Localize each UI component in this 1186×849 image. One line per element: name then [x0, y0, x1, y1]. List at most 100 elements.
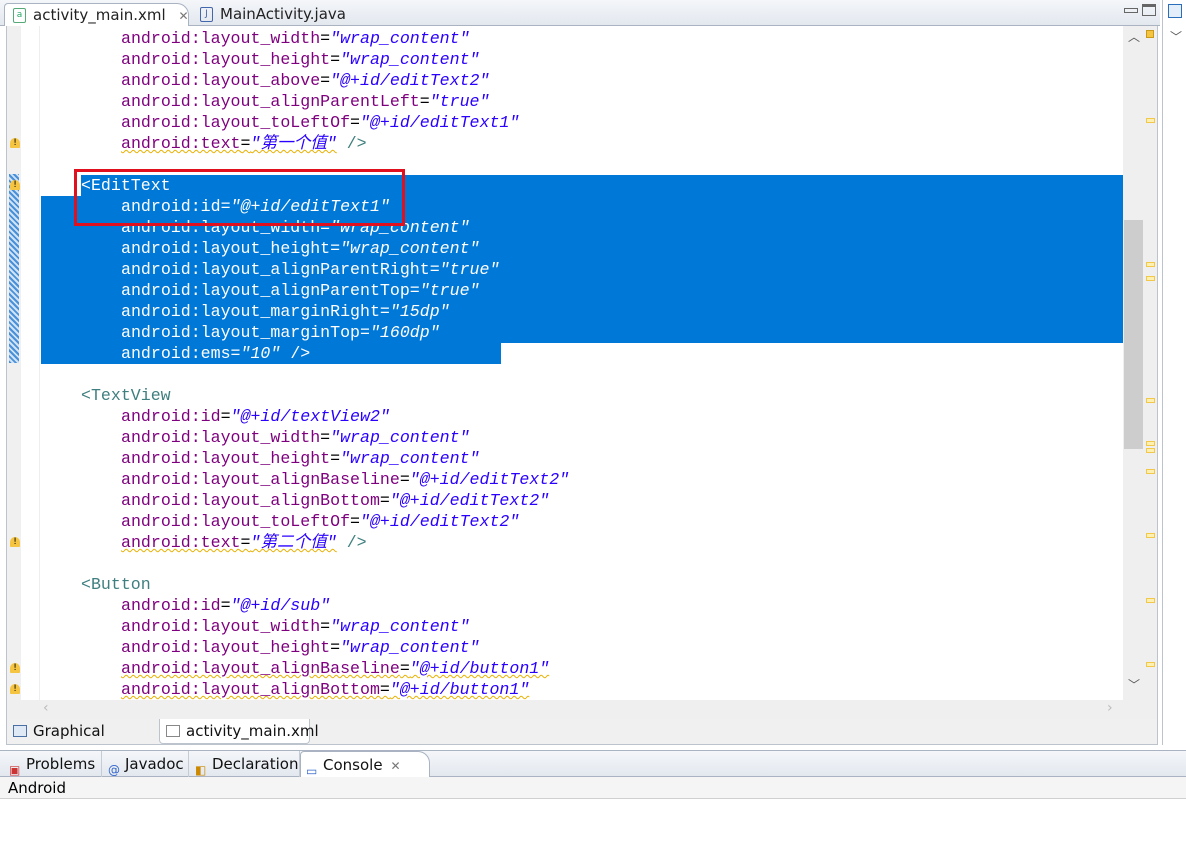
- tab-activity-main-xml[interactable]: a activity_main.xml ✕: [4, 3, 189, 26]
- chevron-down-icon[interactable]: ﹀: [1170, 28, 1182, 45]
- code-line[interactable]: android:layout_width="wrap_content": [41, 28, 1123, 49]
- code-token-attr: android:id: [121, 596, 221, 615]
- scroll-up-icon[interactable]: ︿: [1128, 28, 1140, 45]
- code-line[interactable]: android:id="@+id/sub": [41, 595, 1123, 616]
- warning-icon[interactable]: !: [10, 537, 20, 547]
- code-token-val: "@+id/editText2": [389, 491, 550, 510]
- code-line[interactable]: android:layout_height="wrap_content": [41, 448, 1123, 469]
- code-line[interactable]: android:id="@+id/textView2": [41, 406, 1123, 427]
- code-line[interactable]: android:layout_above="@+id/editText2": [41, 70, 1123, 91]
- tab-label: Javadoc: [125, 755, 184, 773]
- code-line[interactable]: [41, 553, 1123, 574]
- code-line[interactable]: android:layout_alignParentRight="true": [41, 259, 1123, 280]
- line-gutter: [21, 26, 40, 700]
- code-line[interactable]: android:layout_marginRight="15dp": [41, 301, 1123, 322]
- code-token-plain: =: [220, 596, 231, 615]
- tab-declaration[interactable]: ◧ Declaration: [190, 751, 300, 777]
- warning-icon[interactable]: !: [10, 180, 20, 190]
- xml-editor[interactable]: android:layout_width="wrap_content" andro…: [6, 26, 1158, 700]
- code-token-plain: =: [419, 92, 430, 111]
- tab-mainactivity-java[interactable]: J MainActivity.java: [192, 3, 362, 26]
- code-token-val: "第二个值": [250, 533, 337, 552]
- code-line[interactable]: android:layout_width="wrap_content": [41, 616, 1123, 637]
- code-line[interactable]: android:text="第一个值" />: [41, 133, 1123, 154]
- code-line[interactable]: android:layout_height="wrap_content": [41, 49, 1123, 70]
- close-icon[interactable]: ✕: [178, 9, 188, 23]
- warning-icon[interactable]: !: [10, 138, 20, 148]
- scroll-left-icon[interactable]: ‹: [43, 700, 49, 716]
- views-tab-bar: ▣ Problems @ Javadoc ◧ Declaration ▭ Console…: [0, 750, 1186, 778]
- warning-ruler-marker[interactable]: [1146, 662, 1155, 667]
- scroll-down-icon[interactable]: ﹀: [1128, 676, 1140, 693]
- code-token-attr: android:layout_alignBottom: [121, 491, 380, 510]
- code-token-plain: =: [330, 449, 341, 468]
- code-token-val: "true": [419, 281, 480, 300]
- code-line[interactable]: <Button: [41, 574, 1123, 595]
- code-line[interactable]: android:layout_toLeftOf="@+id/editText1": [41, 112, 1123, 133]
- close-icon[interactable]: ✕: [391, 759, 401, 773]
- code-line[interactable]: [41, 364, 1123, 385]
- console-title: Android: [0, 777, 1186, 799]
- warning-ruler-marker[interactable]: [1146, 598, 1155, 603]
- code-token-plain: =: [240, 533, 251, 552]
- warning-ruler-marker[interactable]: [1146, 398, 1155, 403]
- code-token-val: "true": [439, 260, 500, 279]
- warning-icon[interactable]: !: [10, 663, 20, 673]
- warning-ruler-marker[interactable]: [1146, 448, 1155, 453]
- code-line[interactable]: android:layout_alignBottom="@+id/button1…: [41, 679, 1123, 700]
- tab-javadoc[interactable]: @ Javadoc: [103, 751, 189, 777]
- code-token-attr: android:layout_above: [121, 71, 321, 90]
- code-line[interactable]: android:layout_alignBottom="@+id/editTex…: [41, 490, 1123, 511]
- maximize-icon[interactable]: [1142, 4, 1156, 16]
- code-token-val: "@+id/button1": [409, 659, 550, 678]
- tab-label: Console: [323, 756, 383, 774]
- code-token-attr: android:layout_toLeftOf: [121, 512, 351, 531]
- code-token-val: "160dp": [369, 323, 440, 342]
- code-line[interactable]: android:text="第二个值" />: [41, 532, 1123, 553]
- code-token-val: "@+id/textView2": [230, 407, 390, 426]
- code-token-attr: android:layout_marginTop: [121, 323, 360, 342]
- code-line[interactable]: android:layout_alignBaseline="@+id/editT…: [41, 469, 1123, 490]
- code-token-attr: android:ems: [121, 344, 231, 363]
- horizontal-scrollbar[interactable]: ‹ ›: [6, 700, 1158, 719]
- code-line[interactable]: android:layout_width="wrap_content": [41, 427, 1123, 448]
- warning-ruler-marker[interactable]: [1146, 276, 1155, 281]
- tab-problems[interactable]: ▣ Problems: [4, 751, 102, 777]
- outline-icon[interactable]: [1168, 4, 1182, 18]
- tab-xml-source[interactable]: activity_main.xml: [159, 719, 319, 744]
- code-token-attr: android:layout_alignBaseline: [121, 470, 400, 489]
- warning-ruler-marker[interactable]: [1146, 469, 1155, 474]
- code-token-attr: android:id: [121, 407, 221, 426]
- code-token-plain: =: [320, 71, 331, 90]
- tab-graphical-layout[interactable]: Graphical Layout: [7, 719, 159, 765]
- code-token-attr: android:layout_alignBaseline: [121, 659, 400, 678]
- code-line[interactable]: android:layout_height="wrap_content": [41, 238, 1123, 259]
- overview-ruler[interactable]: [1143, 26, 1157, 700]
- tab-console[interactable]: ▭ Console ✕: [300, 751, 430, 778]
- warning-ruler-marker[interactable]: [1146, 441, 1155, 446]
- editor-mode-tabs: Graphical Layout activity_main.xml: [6, 719, 1158, 765]
- code-token-val: "wrap_content": [340, 50, 480, 69]
- warning-ruler-marker[interactable]: [1146, 262, 1155, 267]
- warning-ruler-marker[interactable]: [1146, 533, 1155, 538]
- code-line[interactable]: android:layout_alignParentLeft="true": [41, 91, 1123, 112]
- code-token-val: "wrap_content": [340, 239, 480, 258]
- scroll-right-icon[interactable]: ›: [1107, 700, 1113, 716]
- warning-summary-icon[interactable]: [1146, 30, 1154, 38]
- code-line[interactable]: <TextView: [41, 385, 1123, 406]
- code-token-plain: =: [429, 260, 440, 279]
- code-line[interactable]: android:ems="10" />: [41, 343, 1123, 364]
- scrollbar-thumb[interactable]: [1124, 220, 1143, 449]
- code-line[interactable]: android:layout_alignBaseline="@+id/butto…: [41, 658, 1123, 679]
- warning-icon[interactable]: !: [10, 684, 20, 694]
- code-line[interactable]: android:layout_toLeftOf="@+id/editText2": [41, 511, 1123, 532]
- warning-ruler-marker[interactable]: [1146, 118, 1155, 123]
- code-line[interactable]: android:layout_alignParentTop="true": [41, 280, 1123, 301]
- code-token-plain: =: [350, 113, 360, 132]
- code-token-val: "wrap_content": [340, 638, 480, 657]
- code-token-val: "15dp": [389, 302, 450, 321]
- code-line[interactable]: android:layout_height="wrap_content": [41, 637, 1123, 658]
- minimize-icon[interactable]: [1124, 8, 1138, 13]
- code-line[interactable]: android:layout_marginTop="160dp": [41, 322, 1123, 343]
- code-token-attr: android:text: [121, 134, 241, 153]
